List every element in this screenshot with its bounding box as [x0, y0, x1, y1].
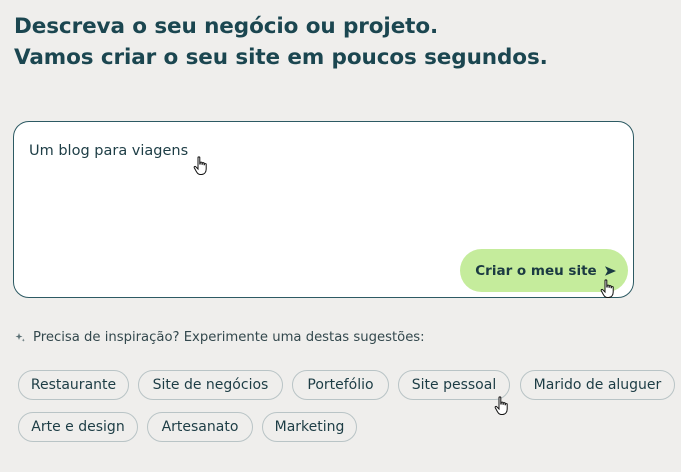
business-description-input[interactable]: Um blog para viagens: [29, 141, 589, 251]
create-site-button-label: Criar o meu site: [475, 262, 597, 279]
heading-line-1: Descreva o seu negócio ou projeto.: [14, 14, 439, 39]
suggestion-chip-marketing[interactable]: Marketing: [262, 412, 357, 442]
suggestion-chip-site-de-negocios[interactable]: Site de negócios: [138, 370, 283, 400]
suggestion-chip-marido-de-aluguer[interactable]: Marido de aluguer: [520, 370, 675, 400]
suggestion-chip-site-pessoal[interactable]: Site pessoal: [398, 370, 510, 400]
sparkle-icon: [15, 332, 26, 343]
inspiration-text: Precisa de inspiração? Experimente uma d…: [33, 330, 425, 345]
suggestion-chip-restaurante[interactable]: Restaurante: [18, 370, 129, 400]
heading-line-2: Vamos criar o seu site em poucos segundo…: [14, 45, 548, 70]
create-site-button[interactable]: Criar o meu site: [460, 249, 628, 292]
page-heading: Descreva o seu negócio ou projeto. Vamos…: [14, 11, 548, 73]
inspiration-hint: Precisa de inspiração? Experimente uma d…: [15, 330, 425, 345]
prompt-box: Um blog para viagens Criar o meu site: [13, 121, 634, 298]
send-arrow-icon: [604, 265, 617, 277]
suggestion-chip-portefolio[interactable]: Portefólio: [292, 370, 389, 400]
suggestion-chip-artesanato[interactable]: Artesanato: [147, 412, 253, 442]
suggestion-chip-arte-e-design[interactable]: Arte e design: [18, 412, 138, 442]
